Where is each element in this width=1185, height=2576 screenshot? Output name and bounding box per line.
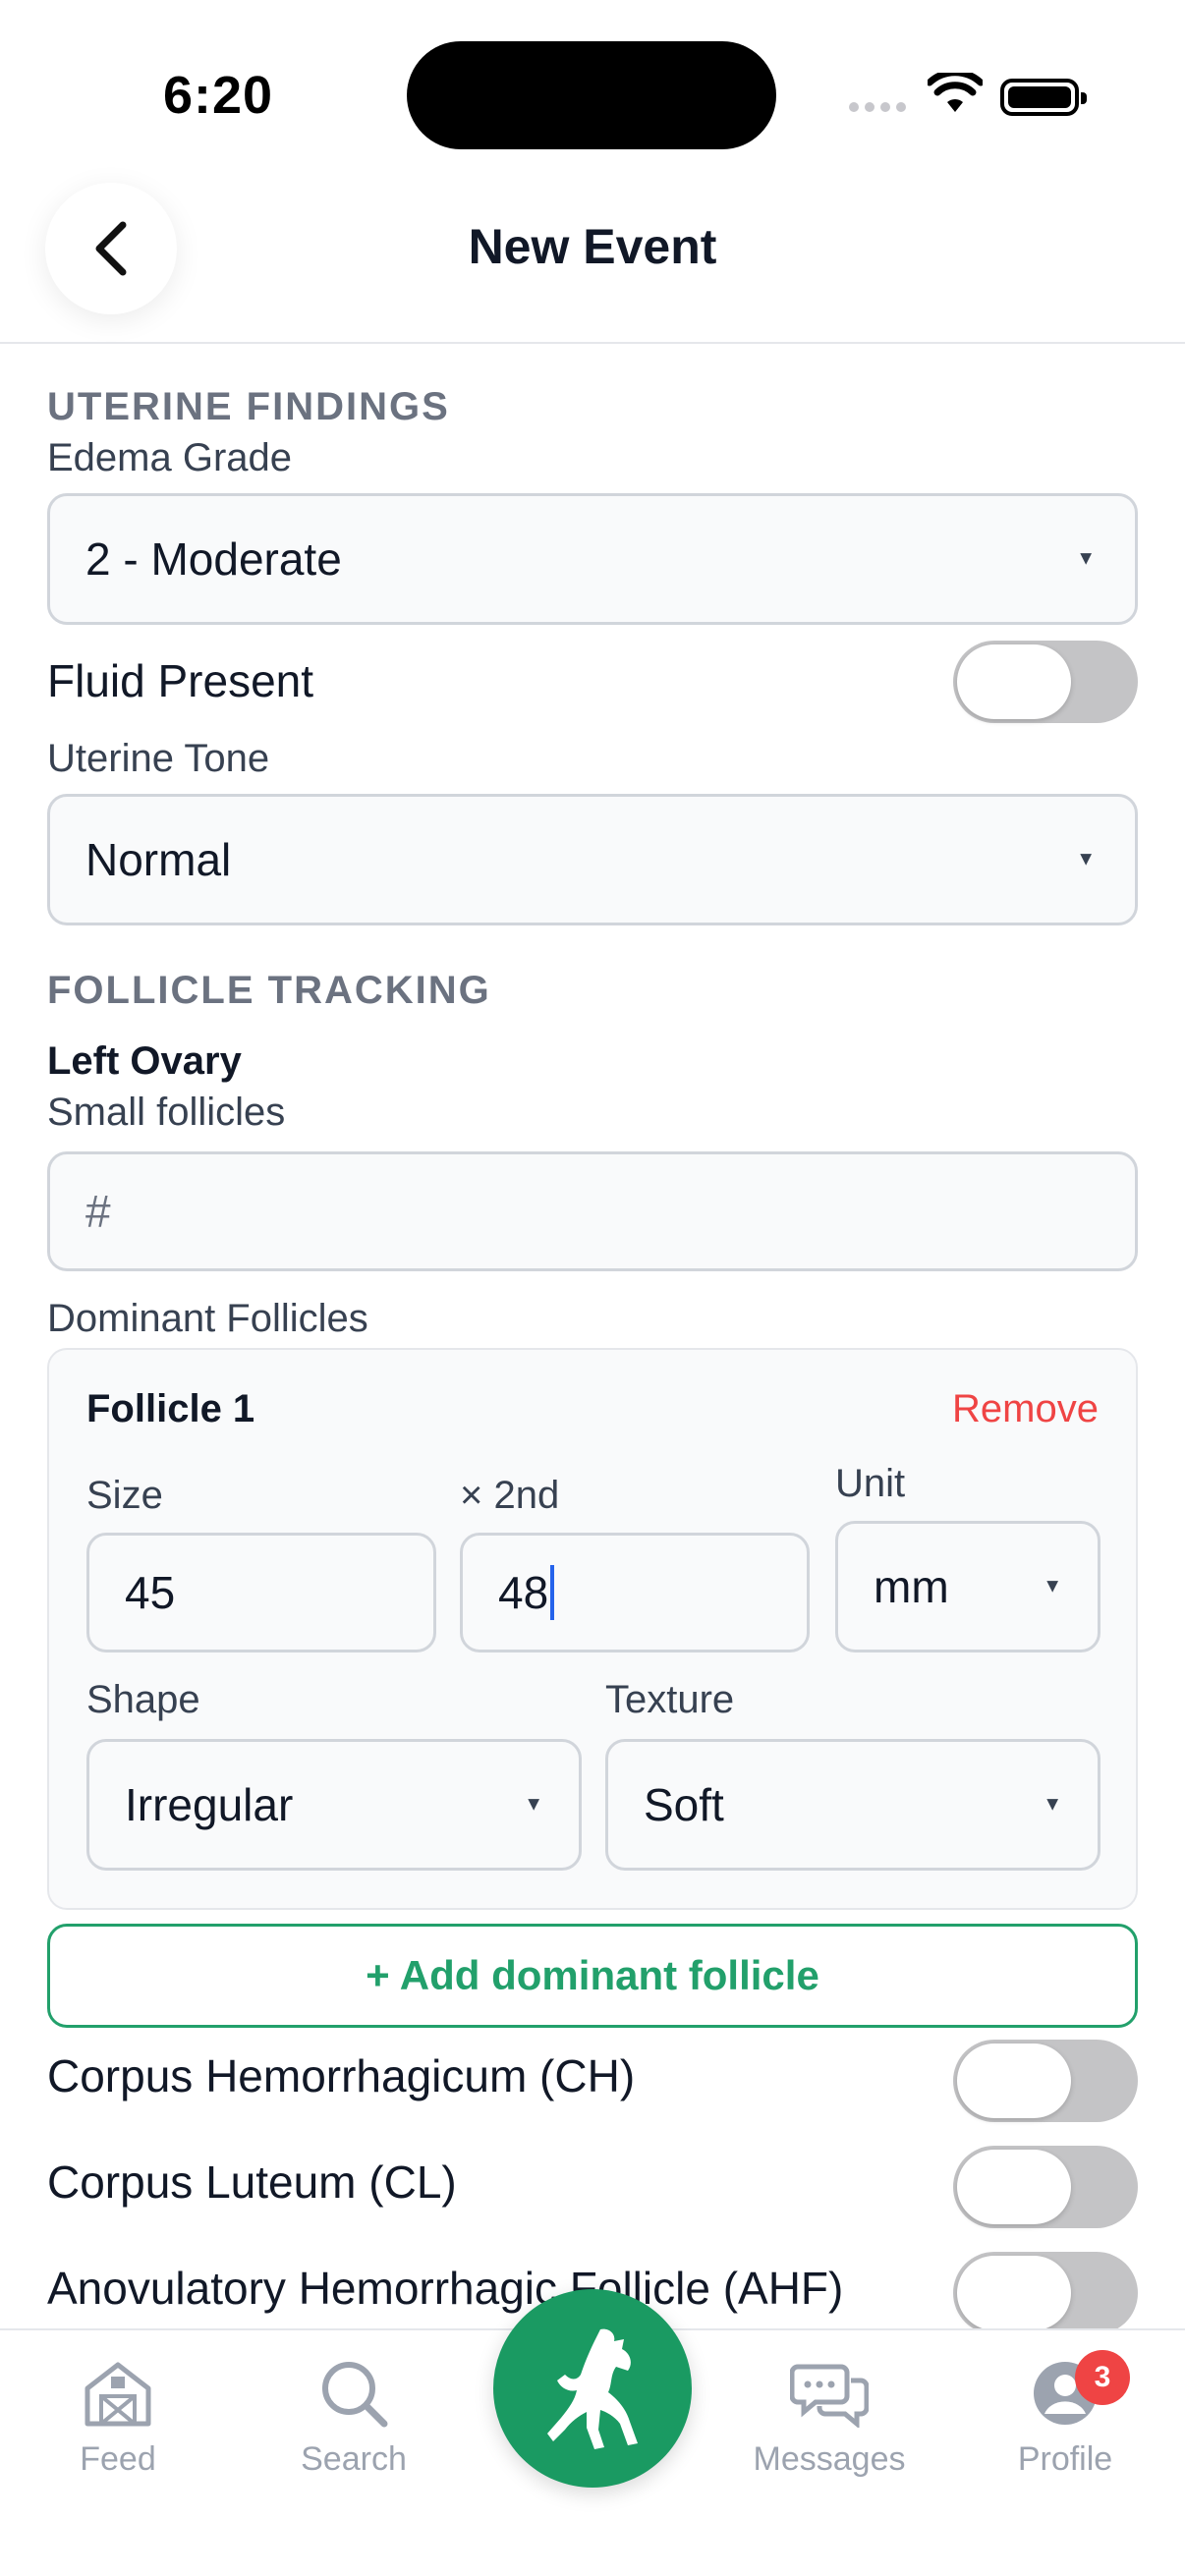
add-dominant-follicle-button[interactable]: + Add dominant follicle — [47, 1924, 1138, 2028]
texture-value: Soft — [644, 1779, 724, 1830]
left-ovary-label: Left Ovary — [47, 1039, 242, 1083]
follicle-card-title: Follicle 1 — [86, 1387, 255, 1430]
fluid-present-toggle[interactable] — [953, 641, 1138, 723]
edema-grade-select[interactable]: 2 - Moderate ▼ — [47, 493, 1138, 625]
follicle-card: Follicle 1 Remove Size × 2nd Unit 45 48 … — [47, 1348, 1138, 1910]
caret-down-icon: ▼ — [1076, 547, 1096, 570]
texture-select[interactable]: Soft ▼ — [605, 1739, 1100, 1871]
caret-down-icon: ▼ — [1076, 848, 1096, 870]
horse-icon — [547, 2328, 638, 2449]
caret-down-icon: ▼ — [524, 1793, 543, 1816]
status-time: 6:20 — [163, 66, 274, 125]
size-input[interactable]: 45 — [86, 1533, 436, 1652]
uterine-tone-label: Uterine Tone — [47, 737, 270, 780]
shape-label: Shape — [86, 1678, 200, 1721]
second-dimension-value: 48 — [498, 1567, 549, 1618]
search-icon — [322, 2362, 388, 2428]
ahf-toggle[interactable] — [953, 2252, 1138, 2328]
tab-messages-label: Messages — [753, 2440, 906, 2478]
edema-grade-label: Edema Grade — [47, 436, 293, 479]
caret-down-icon: ▼ — [1043, 1793, 1062, 1816]
barn-icon — [85, 2362, 151, 2427]
small-follicles-placeholder: # — [85, 1186, 111, 1237]
size-label: Size — [86, 1474, 163, 1517]
cl-toggle[interactable] — [953, 2146, 1138, 2228]
ahf-label: Anovulatory Hemorrhagic Follicle (AHF) — [47, 2263, 844, 2314]
caret-down-icon: ▼ — [1043, 1575, 1062, 1597]
new-event-fab[interactable] — [493, 2289, 692, 2488]
page-title: New Event — [468, 219, 717, 274]
uterine-tone-select[interactable]: Normal ▼ — [47, 794, 1138, 925]
tab-profile-label: Profile — [1017, 2440, 1113, 2478]
dynamic-island — [407, 41, 776, 149]
tab-search[interactable]: Search — [255, 2354, 452, 2479]
shape-value: Irregular — [125, 1779, 294, 1830]
battery-icon — [1000, 79, 1087, 116]
tab-profile[interactable]: Profile — [967, 2354, 1163, 2479]
unit-label: Unit — [835, 1462, 906, 1505]
chat-icon — [790, 2364, 869, 2428]
unit-value: mm — [874, 1561, 949, 1612]
small-follicles-input[interactable]: # — [47, 1151, 1138, 1271]
dominant-follicles-label: Dominant Follicles — [47, 1297, 368, 1340]
fluid-present-label: Fluid Present — [47, 655, 314, 706]
status-bar: 6:20 — [0, 0, 1185, 167]
section-title-follicle: FOLLICLE TRACKING — [47, 969, 491, 1012]
second-dimension-label: × 2nd — [460, 1474, 560, 1517]
cellular-signal-icon — [849, 102, 906, 112]
tab-feed-label: Feed — [80, 2440, 156, 2478]
shape-select[interactable]: Irregular ▼ — [86, 1739, 582, 1871]
second-dimension-input[interactable]: 48 — [460, 1533, 810, 1652]
tab-search-label: Search — [301, 2440, 407, 2478]
edema-grade-value: 2 - Moderate — [85, 533, 342, 585]
form-content[interactable]: UTERINE FINDINGS Edema Grade 2 - Moderat… — [0, 344, 1185, 2328]
size-value: 45 — [125, 1567, 176, 1618]
tab-messages[interactable]: Messages — [731, 2354, 928, 2479]
uterine-tone-value: Normal — [85, 834, 232, 885]
profile-badge: 3 — [1075, 2350, 1130, 2405]
tab-feed[interactable]: Feed — [20, 2354, 216, 2479]
unit-select[interactable]: mm ▼ — [835, 1521, 1100, 1652]
ch-toggle[interactable] — [953, 2040, 1138, 2122]
wifi-icon — [928, 73, 983, 112]
texture-label: Texture — [605, 1678, 735, 1721]
section-title-uterine: UTERINE FINDINGS — [47, 385, 450, 428]
ch-label: Corpus Hemorrhagicum (CH) — [47, 2050, 636, 2101]
cl-label: Corpus Luteum (CL) — [47, 2156, 457, 2208]
text-cursor — [550, 1565, 555, 1620]
remove-follicle-button[interactable]: Remove — [952, 1387, 1099, 1431]
small-follicles-label: Small follicles — [47, 1091, 286, 1134]
